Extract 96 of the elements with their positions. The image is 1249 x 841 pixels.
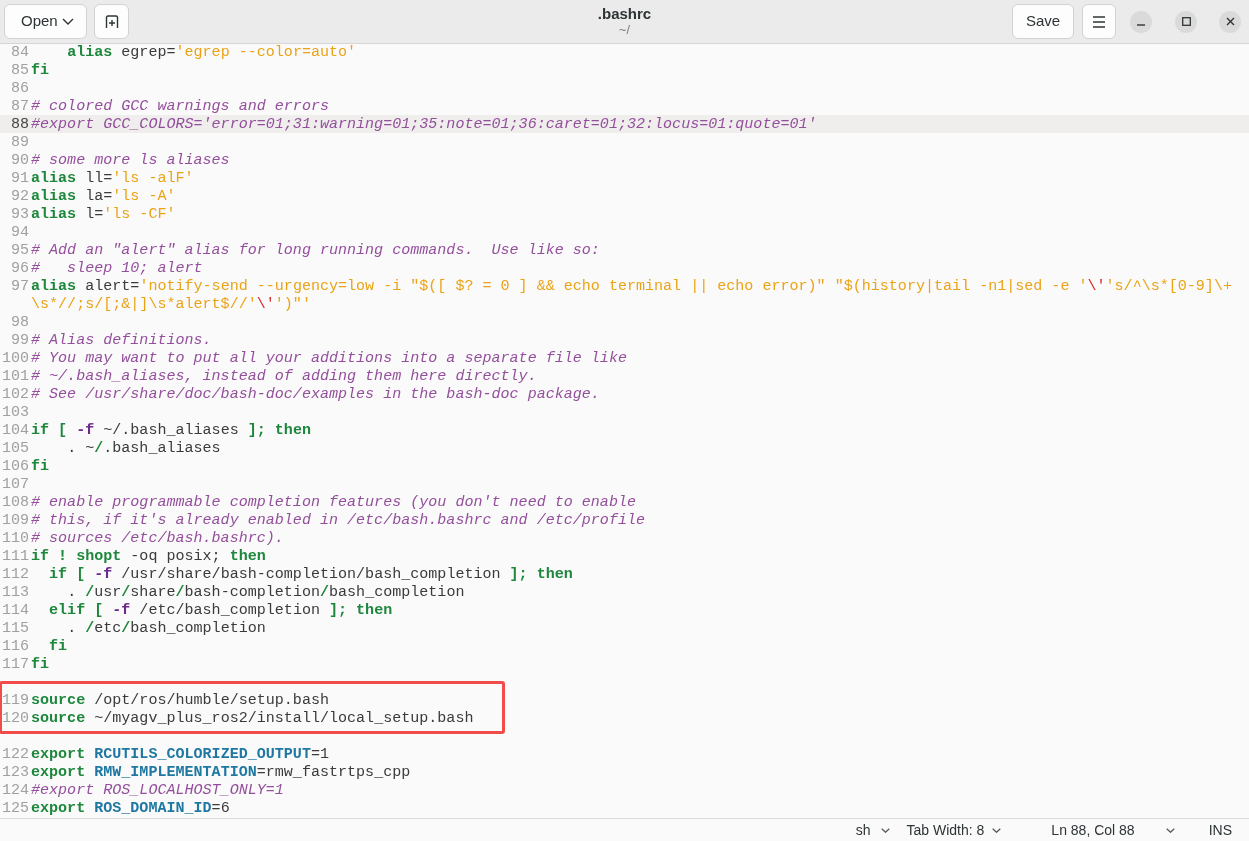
line-number: 87	[9, 97, 29, 115]
open-button[interactable]: Open	[4, 4, 87, 39]
line-number: 104	[0, 421, 29, 439]
caret-icon	[880, 827, 890, 833]
code-line: . /usr/share/bash-completion/bash_completion	[66, 583, 466, 601]
line-number: 95	[9, 241, 29, 259]
code-line: export ROS_DOMAIN_ID=6	[31, 799, 231, 817]
close-icon	[1225, 17, 1235, 26]
caret-icon	[1165, 827, 1175, 833]
line-number: 102	[0, 385, 29, 403]
code-line: alias la='ls -A'	[31, 187, 177, 205]
line-number: 124	[0, 781, 29, 799]
line-number: 85	[9, 61, 29, 79]
caret-icon	[992, 827, 1002, 833]
code-line: #export ROS_LOCALHOST_ONLY=1	[31, 781, 285, 799]
code-line: alias alert='notify-send --urgency=low -i "$([ $? = 0 ] && echo terminal || echo error)" "$(history|tail -n1|sed -e '\''s/^\s*[0-9]\+\s*//;s/[;&|]\s*alert$//'\'')"'	[31, 277, 1233, 313]
line-number: 94	[9, 223, 29, 241]
code-line: fi	[48, 637, 69, 655]
line-number: 90	[9, 151, 29, 169]
line-number: 122	[0, 745, 29, 763]
caret-icon	[62, 18, 74, 25]
line-number: 89	[9, 133, 29, 151]
line-number: 109	[0, 511, 29, 529]
line-number: 108	[0, 493, 29, 511]
minimize-icon	[1137, 23, 1145, 26]
menu-button[interactable]	[1082, 4, 1116, 39]
line-number: 106	[0, 457, 29, 475]
maximize-button[interactable]	[1175, 10, 1197, 33]
code-line: . ~/.bash_aliases	[66, 439, 222, 457]
code-line: # See /usr/share/doc/bash-doc/examples in the bash-doc package.	[31, 385, 601, 403]
code-line: # colored GCC warnings and errors	[31, 97, 330, 115]
code-line: fi	[31, 655, 51, 673]
code-line: # some more ls aliases	[31, 151, 231, 169]
line-number: 98	[9, 313, 29, 331]
code-line: alias egrep='egrep --color=auto'	[66, 44, 358, 61]
line-number: 96	[9, 259, 29, 277]
line-number: 123	[0, 763, 29, 781]
code-line: . /etc/bash_completion	[66, 619, 267, 637]
new-tab-button[interactable]	[94, 4, 129, 39]
line-number: 101	[0, 367, 29, 385]
line-number: 113	[0, 583, 29, 601]
line-number: 117	[0, 655, 29, 673]
code-line: # Add an "alert" alias for long running commands. Use like so:	[31, 241, 601, 259]
window-subtitle: ~/	[619, 23, 630, 38]
line-number: 120	[0, 709, 29, 727]
code-line: # sources /etc/bash.bashrc).	[31, 529, 285, 547]
line-number: 125	[0, 799, 29, 817]
window-title: .bashrc	[597, 5, 652, 23]
line-number: 119	[0, 691, 29, 709]
line-number: 84	[9, 44, 29, 61]
line-number: 112	[0, 565, 29, 583]
cursor-position-button[interactable]: Ln 88, Col 88	[1043, 819, 1183, 841]
language-button[interactable]: sh	[847, 819, 898, 841]
code-line: #export GCC_COLORS='error=01;31:warning=01;35:note=01;36:caret=01;32:locus=01:quote=01'	[31, 115, 818, 133]
maximize-icon	[1181, 17, 1191, 26]
minimize-button[interactable]	[1130, 10, 1152, 33]
line-number: 99	[9, 331, 29, 349]
code-line: export RCUTILS_COLORIZED_OUTPUT=1	[31, 745, 330, 763]
code-line: elif [ -f /etc/bash_completion ]; then	[48, 601, 394, 619]
code-line: # Alias definitions.	[31, 331, 213, 349]
line-number: 105	[0, 439, 29, 457]
code-line: # sleep 10; alert	[31, 259, 204, 277]
code-line: # this, if it's already enabled in /etc/bash.bashrc and /etc/profile	[31, 511, 646, 529]
line-number: 110	[0, 529, 29, 547]
code-line: fi	[31, 61, 51, 79]
insert-mode-label: INS	[1208, 820, 1232, 840]
line-number: 114	[0, 601, 29, 619]
code-line: # ~/.bash_aliases, instead of adding them here directly.	[31, 367, 538, 385]
code-line: source /opt/ros/humble/setup.bash	[31, 691, 330, 709]
line-number: 103	[0, 403, 29, 421]
code-line: if ! shopt -oq posix; then	[31, 547, 267, 565]
code-line: # enable programmable completion features (you don't need to enable	[31, 493, 637, 511]
close-button[interactable]	[1219, 10, 1241, 33]
line-number: 116	[0, 637, 29, 655]
line-number: 100	[0, 349, 29, 367]
code-line: alias l='ls -CF'	[31, 205, 177, 223]
line-number: 88	[9, 115, 29, 133]
tab-plus-icon	[104, 15, 119, 28]
line-number: 97	[9, 277, 29, 297]
line-number: 92	[9, 187, 29, 205]
line-number: 115	[0, 619, 29, 637]
code-line: export RMW_IMPLEMENTATION=rmw_fastrtps_cpp	[31, 763, 412, 781]
code-line: fi	[31, 457, 51, 475]
line-number: 86	[9, 79, 29, 97]
menu-icon	[1093, 15, 1105, 28]
line-number: 93	[9, 205, 29, 223]
code-line: if [ -f ~/.bash_aliases ]; then	[31, 421, 312, 439]
code-line: source ~/myagv_plus_ros2/install/local_setup.bash	[31, 709, 475, 727]
code-line: if [ -f /usr/share/bash-completion/bash_completion ]; then	[48, 565, 574, 583]
line-number: 111	[0, 547, 29, 565]
save-button[interactable]: Save	[1012, 4, 1074, 39]
line-number: 107	[0, 475, 29, 493]
code-line: alias ll='ls -alF'	[31, 169, 195, 187]
tab-width-button[interactable]: Tab Width: 8	[898, 819, 1010, 841]
line-number: 91	[9, 169, 29, 187]
code-line: # You may want to put all your additions into a separate file like	[31, 349, 628, 367]
